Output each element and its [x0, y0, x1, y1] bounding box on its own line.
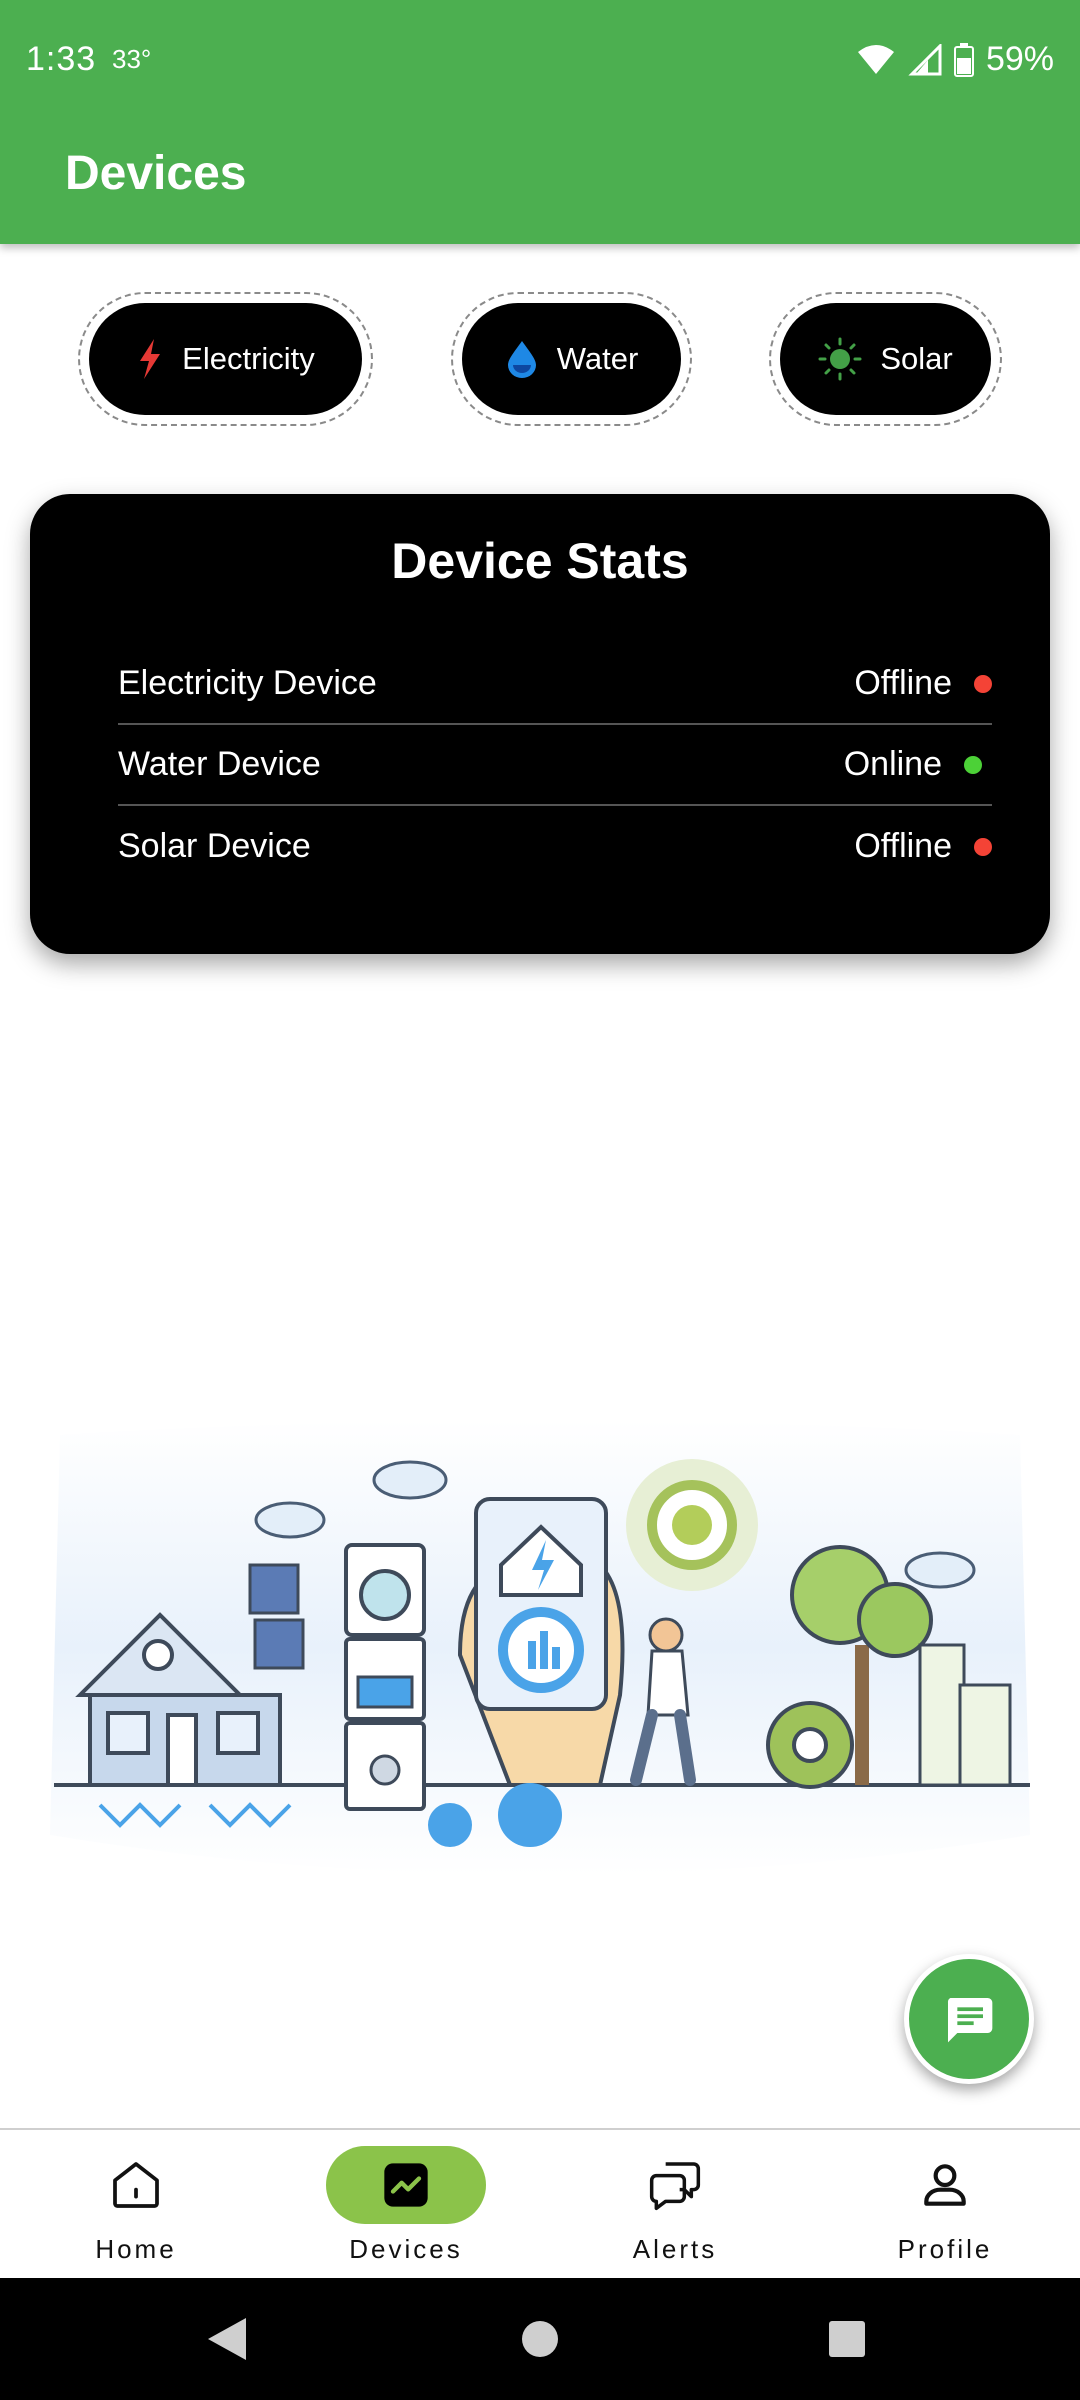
status-time: 1:33 — [26, 40, 97, 78]
nav-alerts-pill[interactable] — [595, 2146, 755, 2224]
system-nav-bar — [0, 2278, 1080, 2400]
back-icon[interactable] — [206, 2316, 248, 2362]
card-title: Device Stats — [391, 533, 689, 589]
device-status: Offline — [854, 664, 992, 703]
chip-label: Electricity — [182, 341, 315, 376]
chat-fab[interactable] — [904, 1954, 1034, 2084]
device-stats-card: Device Stats Electricity Device Offline … — [30, 494, 1050, 954]
chip-water-body[interactable]: Water — [462, 303, 681, 415]
device-status: Offline — [854, 827, 992, 866]
stat-row-water: Water Device Online — [118, 725, 992, 806]
nav-devices-label: Devices — [349, 2234, 463, 2264]
status-bar: 1:33 33° 59% — [0, 0, 1080, 126]
wifi-icon — [857, 44, 894, 74]
nav-alerts-label: Alerts — [632, 2234, 718, 2264]
chip-water[interactable]: Water — [451, 292, 692, 426]
nav-devices-pill[interactable] — [326, 2146, 486, 2224]
status-text: Offline — [854, 827, 952, 865]
status-temperature: 33° — [112, 44, 152, 74]
status-text: Online — [843, 745, 942, 783]
nav-profile-label: Profile — [897, 2234, 993, 2264]
chip-solar-body[interactable]: Solar — [780, 303, 991, 415]
battery-icon — [953, 42, 974, 77]
nav-devices[interactable]: Devices — [290, 2146, 490, 2270]
nav-home[interactable]: Home — [20, 2146, 220, 2270]
chip-label: Solar — [880, 341, 953, 376]
device-name: Electricity Device — [118, 664, 377, 702]
status-right: 59% — [856, 40, 1054, 79]
water-drop-icon — [507, 341, 536, 378]
nav-profile[interactable]: Profile — [829, 2146, 1029, 2270]
status-dot — [974, 674, 992, 693]
device-name: Solar Device — [118, 827, 311, 865]
status-dot — [974, 837, 992, 856]
device-name: Water Device — [118, 745, 321, 783]
stat-row-solar: Solar Device Offline — [118, 806, 992, 887]
stat-row-electricity: Electricity Device Offline — [118, 644, 992, 725]
nav-home-pill[interactable] — [56, 2146, 216, 2224]
app-bar: 1:33 33° 59% Devices — [0, 0, 1080, 244]
nav-home-label: Home — [95, 2234, 177, 2264]
home-icon — [113, 2162, 159, 2208]
chip-electricity[interactable]: Electricity — [78, 292, 373, 426]
battery-percent: 59% — [985, 40, 1054, 78]
signal-icon — [908, 43, 942, 75]
chat-icon — [947, 1998, 993, 2043]
chip-electricity-body[interactable]: Electricity — [89, 303, 362, 415]
page-title: Devices — [65, 147, 247, 200]
nav-alerts[interactable]: Alerts — [559, 2146, 759, 2270]
device-status: Online — [844, 745, 992, 784]
status-text: Offline — [854, 664, 952, 702]
chat-bubbles-icon — [649, 2162, 701, 2211]
bolt-icon — [140, 339, 161, 379]
chip-label: Water — [556, 341, 639, 376]
chip-solar[interactable]: Solar — [769, 292, 1002, 426]
nav-profile-pill[interactable] — [865, 2146, 1025, 2224]
sun-icon — [818, 337, 862, 381]
chart-icon — [384, 2163, 428, 2207]
bottom-navigation: Home Devices Alerts Profile — [0, 2128, 1080, 2278]
person-icon — [924, 2164, 966, 2206]
home-circle-icon[interactable] — [521, 2320, 559, 2358]
smart-home-illustration — [50, 1420, 1030, 1875]
status-dot — [964, 755, 982, 774]
recents-icon[interactable] — [828, 2320, 866, 2358]
